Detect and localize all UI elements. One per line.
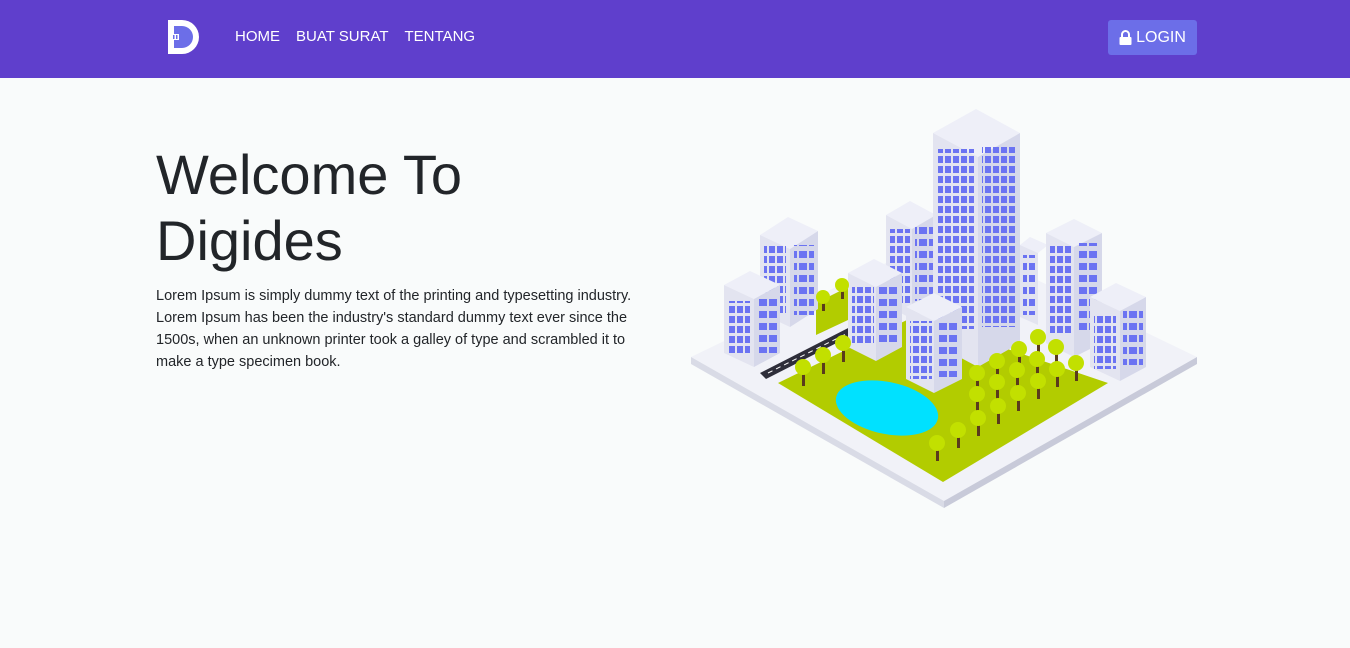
nav-buat-surat-link[interactable]: BUAT SURAT (296, 27, 389, 47)
nav-links: HOME BUAT SURAT TENTANG (235, 27, 491, 47)
digides-logo-icon[interactable] (165, 17, 203, 57)
navbar: HOME BUAT SURAT TENTANG LOGIN (0, 0, 1350, 78)
lock-icon (1119, 30, 1132, 45)
isometric-city-illustration (688, 105, 1200, 513)
hero-title: Welcome To Digides (156, 143, 463, 272)
login-label: LOGIN (1136, 28, 1186, 46)
nav-tentang-link[interactable]: TENTANG (405, 27, 476, 47)
nav-home-link[interactable]: HOME (235, 27, 280, 47)
hero-text: Lorem Ipsum is simply dummy text of the … (156, 288, 632, 370)
login-button[interactable]: LOGIN (1108, 20, 1197, 55)
